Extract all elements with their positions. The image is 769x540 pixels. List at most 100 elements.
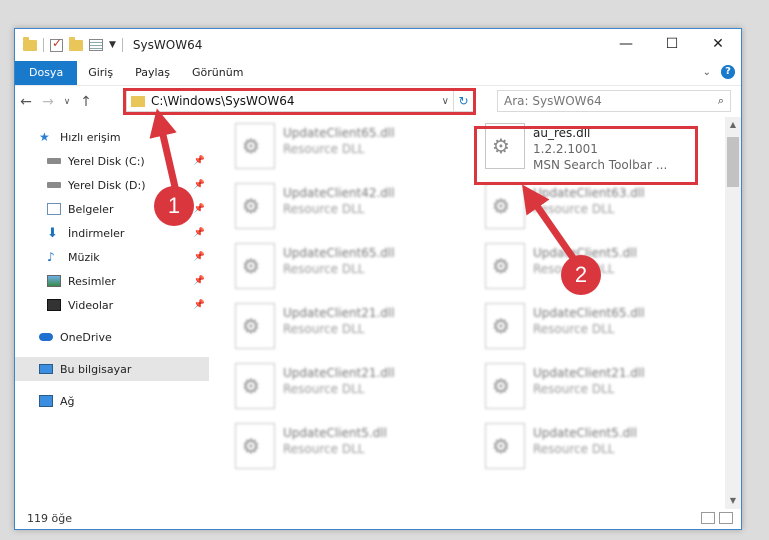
help-icon[interactable]: ?	[721, 65, 735, 79]
file-item[interactable]: UpdateClient21.dll Resource DLL	[225, 301, 445, 357]
folder-icon[interactable]	[23, 36, 37, 51]
sidebar-item-local-disk-c[interactable]: Yerel Disk (C:) 📌	[15, 149, 209, 173]
large-icons-view-icon[interactable]	[719, 512, 733, 524]
sidebar-item-label: Müzik	[68, 250, 100, 264]
pin-icon[interactable]: 📌	[194, 300, 205, 310]
search-icon[interactable]: ⌕	[718, 94, 724, 108]
videos-icon	[47, 299, 61, 311]
customize-icon[interactable]	[89, 39, 103, 51]
separator	[43, 38, 44, 52]
dll-file-icon	[235, 183, 275, 229]
pin-icon[interactable]: 📌	[194, 228, 205, 238]
sidebar-item-label: Yerel Disk (C:)	[68, 154, 145, 168]
separator	[121, 38, 123, 52]
tab-home[interactable]: Giriş	[77, 61, 124, 85]
recent-locations-button[interactable]: ∨	[59, 97, 75, 107]
music-icon: ♪	[47, 250, 55, 264]
file-type: Resource DLL	[283, 382, 365, 396]
file-item[interactable]: UpdateClient21.dll Resource DLL	[225, 361, 445, 417]
file-type: Resource DLL	[283, 202, 365, 216]
sidebar-item-videos[interactable]: Videolar 📌	[15, 293, 209, 317]
file-type: Resource DLL	[283, 442, 365, 456]
new-folder-icon[interactable]	[69, 36, 83, 51]
status-bar: 119 öğe	[15, 507, 741, 529]
dll-file-icon	[235, 123, 275, 169]
file-type: Resource DLL	[533, 322, 615, 336]
properties-check-icon[interactable]	[50, 36, 63, 52]
pin-icon[interactable]: 📌	[194, 276, 205, 286]
details-view-icon[interactable]	[701, 512, 715, 524]
explorer-window: ▼ SysWOW64 — ☐ ✕ Dosya Giriş Paylaş Görü…	[14, 28, 742, 530]
tab-file[interactable]: Dosya	[15, 61, 78, 85]
file-item[interactable]: UpdateClient63.dll Resource DLL	[475, 181, 695, 237]
file-type: Resource DLL	[533, 202, 615, 216]
sidebar-item-label: Bu bilgisayar	[60, 362, 132, 376]
sidebar-item-pictures[interactable]: Resimler 📌	[15, 269, 209, 293]
drive-icon	[47, 182, 61, 188]
computer-icon	[39, 364, 53, 374]
item-count: 119 öğe	[27, 511, 72, 525]
sidebar-item-label: Yerel Disk (D:)	[68, 178, 146, 192]
file-item[interactable]: UpdateClient65.dll Resource DLL	[225, 241, 445, 297]
pin-icon[interactable]: 📌	[194, 204, 205, 214]
file-name: UpdateClient21.dll	[533, 366, 645, 380]
sidebar-item-network[interactable]: Ağ	[15, 389, 209, 413]
sidebar-item-label: Belgeler	[68, 202, 114, 216]
file-name: UpdateClient65.dll	[283, 126, 395, 140]
network-icon	[39, 395, 53, 407]
file-type: Resource DLL	[283, 262, 365, 276]
cloud-icon	[39, 333, 53, 341]
quick-access-toolbar: ▼	[15, 36, 123, 52]
sidebar-item-music[interactable]: ♪ Müzik 📌	[15, 245, 209, 269]
file-item[interactable]: UpdateClient65.dll Resource DLL	[225, 121, 445, 177]
file-item[interactable]: UpdateClient65.dll Resource DLL	[475, 301, 695, 357]
dll-file-icon	[485, 423, 525, 469]
sidebar-item-quick-access[interactable]: ★ Hızlı erişim	[15, 125, 209, 149]
sidebar-item-onedrive[interactable]: OneDrive	[15, 325, 209, 349]
documents-icon	[47, 203, 61, 215]
dll-file-icon	[485, 303, 525, 349]
search-input[interactable]	[504, 94, 718, 108]
scroll-up-icon[interactable]: ▲	[725, 117, 741, 133]
window-title: SysWOW64	[132, 38, 203, 52]
tab-share[interactable]: Paylaş	[124, 61, 181, 85]
title-bar: ▼ SysWOW64 — ☐ ✕	[15, 29, 741, 61]
up-button[interactable]: ↑	[75, 94, 97, 110]
file-type: Resource DLL	[533, 442, 615, 456]
expand-ribbon-icon[interactable]: ⌄	[703, 67, 711, 78]
vertical-scrollbar[interactable]: ▲ ▼	[725, 117, 741, 509]
file-item[interactable]: UpdateClient5.dll Resource DLL	[225, 421, 445, 477]
file-item[interactable]: UpdateClient5.dll Resource DLL	[475, 421, 695, 477]
file-item[interactable]: UpdateClient21.dll Resource DLL	[475, 361, 695, 417]
close-button[interactable]: ✕	[695, 29, 741, 59]
pin-icon[interactable]: 📌	[194, 180, 205, 190]
file-name: UpdateClient21.dll	[283, 366, 395, 380]
navigation-bar: ← → ∨ ↑ C:\Windows\SysWOW64 ∨ ↻ ⌕	[15, 85, 741, 117]
file-item[interactable]: UpdateClient42.dll Resource DLL	[225, 181, 445, 237]
dll-file-icon	[485, 363, 525, 409]
dll-file-icon	[235, 243, 275, 289]
back-button[interactable]: ←	[15, 94, 37, 110]
scrollbar-thumb[interactable]	[727, 137, 739, 187]
search-box[interactable]: ⌕	[497, 90, 731, 112]
file-type: Resource DLL	[283, 142, 365, 156]
sidebar-item-label: OneDrive	[60, 330, 112, 344]
sidebar-item-label: Resimler	[68, 274, 116, 288]
dll-file-icon	[235, 303, 275, 349]
sidebar-item-this-pc[interactable]: Bu bilgisayar	[15, 357, 209, 381]
pin-icon[interactable]: 📌	[194, 252, 205, 262]
maximize-button[interactable]: ☐	[649, 29, 695, 59]
pin-icon[interactable]: 📌	[194, 156, 205, 166]
step-1-badge: 1	[154, 186, 194, 226]
star-icon: ★	[39, 130, 50, 144]
minimize-button[interactable]: —	[603, 29, 649, 59]
file-name: UpdateClient5.dll	[283, 426, 387, 440]
file-name: UpdateClient5.dll	[533, 426, 637, 440]
drive-icon	[47, 158, 61, 164]
forward-button[interactable]: →	[37, 94, 59, 110]
tab-view[interactable]: Görünüm	[181, 61, 254, 85]
file-type: Resource DLL	[533, 382, 615, 396]
file-name: UpdateClient21.dll	[283, 306, 395, 320]
pictures-icon	[47, 275, 61, 287]
chevron-down-icon[interactable]: ▼	[109, 40, 116, 50]
